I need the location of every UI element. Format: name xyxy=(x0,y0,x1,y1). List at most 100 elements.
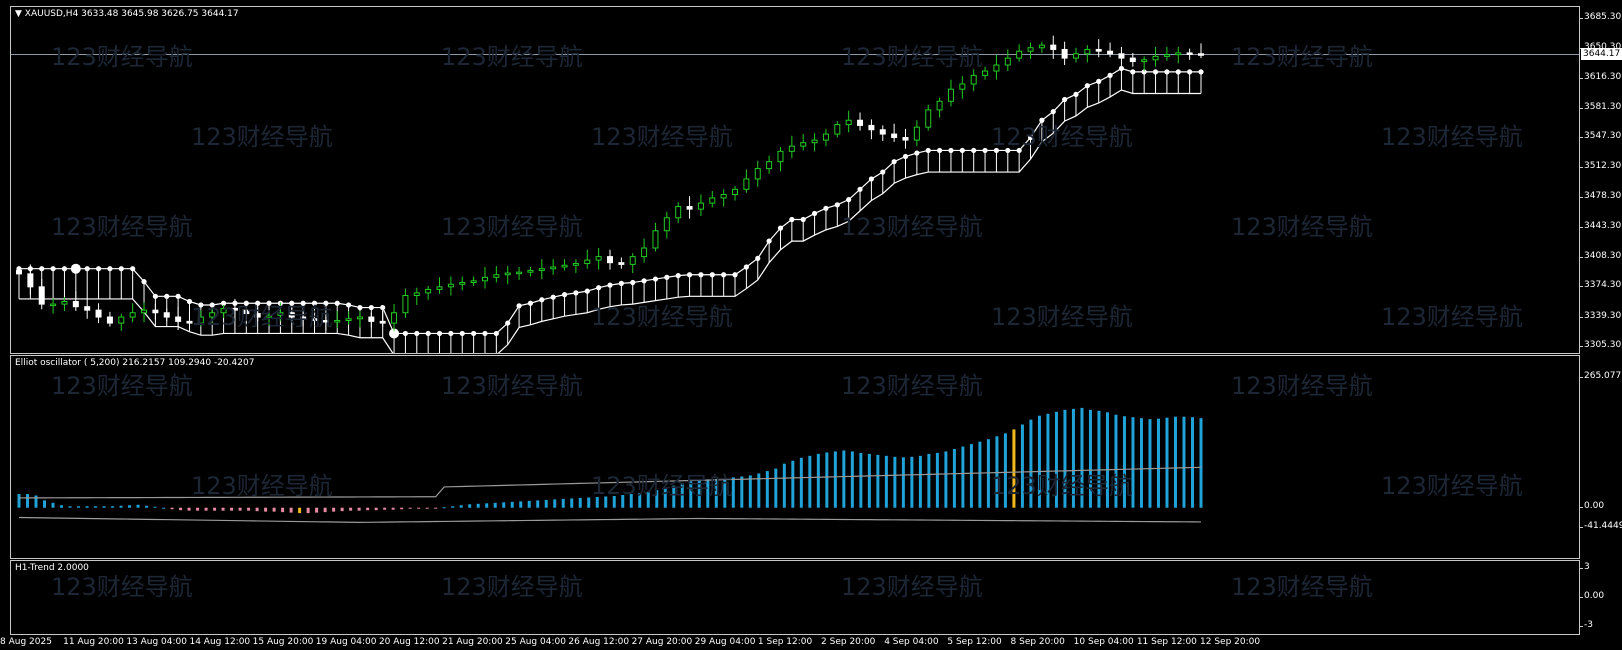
price-tick-label: 3616.30 xyxy=(1579,71,1622,82)
oscillator-bar xyxy=(655,490,659,508)
candle-body xyxy=(1175,52,1182,56)
oscillator-bar xyxy=(136,504,140,508)
candle-body xyxy=(72,301,79,308)
oscillator-bar xyxy=(1139,418,1143,508)
stop-dot xyxy=(857,186,863,192)
oscillator-bar xyxy=(255,507,259,512)
stop-dot xyxy=(561,292,568,298)
stop-dot xyxy=(1084,83,1090,89)
time-axis-label: 11 Sep 12:00 xyxy=(1136,637,1197,647)
trend-axis[interactable]: 3 0.00 -3 xyxy=(1579,560,1622,635)
oscillator-bar xyxy=(859,452,863,508)
stop-dot xyxy=(95,266,102,272)
oscillator-bar xyxy=(604,496,608,508)
oscillator-bar xyxy=(1182,416,1186,508)
oscillator-bar xyxy=(26,494,30,508)
candle-body xyxy=(38,286,45,305)
oscillator-bar xyxy=(102,506,106,508)
candle-body xyxy=(266,314,273,318)
stop-dot xyxy=(402,330,409,337)
oscillator-bar xyxy=(893,456,897,508)
candle-body xyxy=(379,320,386,324)
oscillator-bar xyxy=(493,502,497,508)
candle-body xyxy=(493,274,500,278)
candle-body xyxy=(743,178,750,190)
oscillator-bar xyxy=(340,507,344,512)
candle-body xyxy=(106,316,113,324)
oscillator-lower-line xyxy=(18,516,1202,523)
stop-dot xyxy=(471,330,477,337)
oscillator-bar xyxy=(791,460,795,508)
oscillator-bar xyxy=(60,505,64,508)
candlestick-chart xyxy=(11,35,1579,353)
stop-dot xyxy=(1130,69,1136,75)
oscillator-bar xyxy=(1173,416,1177,508)
oscillator-bar xyxy=(884,455,888,508)
time-axis-label: 26 Aug 12:00 xyxy=(568,637,630,647)
oscillator-bar xyxy=(179,507,183,511)
candle-body xyxy=(834,124,841,135)
chart-caption[interactable]: ▼ XAUUSD,H4 3633.48 3645.98 3626.75 3644… xyxy=(15,9,239,19)
candle-body xyxy=(368,316,375,322)
stop-dot xyxy=(255,300,261,306)
oscillator-bar xyxy=(961,446,965,508)
candle-body xyxy=(141,309,148,314)
time-axis[interactable]: 8 Aug 2025 11 Aug 20:00 13 Aug 04:00 14 Aug… xyxy=(0,635,1580,650)
stop-dot xyxy=(1096,78,1102,85)
stop-dot xyxy=(618,280,624,286)
oscillator-bar xyxy=(918,455,922,508)
stop-dot xyxy=(459,330,465,337)
oscillator-tick-label: 265.077 xyxy=(1579,371,1622,381)
price-axis[interactable]: 3685.303650.303616.303581.303547.303512.… xyxy=(1579,6,1622,354)
candle-body xyxy=(777,150,784,163)
candle-body xyxy=(50,303,57,307)
candle-body xyxy=(322,320,329,323)
stop-dot xyxy=(164,293,170,299)
stop-dot xyxy=(436,330,443,337)
stop-dot xyxy=(1164,69,1170,75)
oscillator-bar xyxy=(383,507,387,510)
candle-body xyxy=(1084,48,1091,55)
candle-body xyxy=(277,312,284,316)
price-tick-label: 3478.30 xyxy=(1579,190,1622,201)
oscillator-bar xyxy=(247,507,251,511)
stop-dot xyxy=(107,266,113,272)
candle-body xyxy=(913,126,920,141)
oscillator-bar xyxy=(927,453,931,508)
oscillator-bar xyxy=(349,507,353,511)
candle-body xyxy=(1095,48,1102,52)
oscillator-bar xyxy=(570,498,574,508)
candle-body xyxy=(902,137,909,141)
oscillator-bar xyxy=(213,507,217,511)
candle-body xyxy=(879,129,886,135)
h1-trend-pane[interactable]: H1-Trend 2.0000 123财经导航 123财经导航 123财经导航 123… xyxy=(10,560,1580,635)
oscillator-bar xyxy=(527,500,531,508)
oscillator-bar xyxy=(1156,418,1160,508)
oscillator-bar xyxy=(587,497,591,508)
stop-dot xyxy=(698,272,704,278)
time-axis-label: 2 Sep 20:00 xyxy=(821,637,876,647)
stop-dot xyxy=(141,279,147,285)
elliot-oscillator-pane[interactable]: Elliot oscillator ( 5,200) 216.2157 109.… xyxy=(10,355,1580,559)
stop-dot xyxy=(936,147,943,154)
candle-body xyxy=(959,83,966,90)
oscillator-bar xyxy=(111,506,115,508)
oscillator-axis[interactable]: 265.077 0.00 -41.4449 xyxy=(1579,355,1622,559)
dropdown-triangle-icon[interactable]: ▼ xyxy=(15,9,22,19)
oscillator-bar xyxy=(1063,409,1067,508)
candle-body xyxy=(425,288,432,294)
time-axis-label: 29 Aug 04:00 xyxy=(694,637,756,647)
oscillator-bar xyxy=(145,505,149,508)
price-chart-pane[interactable]: ▼ XAUUSD,H4 3633.48 3645.98 3626.75 3644… xyxy=(10,6,1580,354)
candle-body xyxy=(811,139,818,144)
time-axis-label: 14 Aug 12:00 xyxy=(189,637,251,647)
stop-dot xyxy=(1062,96,1068,103)
candle-body xyxy=(61,301,68,305)
oscillator-bar xyxy=(748,475,752,508)
candle-body xyxy=(800,142,807,147)
stop-dot xyxy=(800,216,806,223)
stop-dot xyxy=(50,266,56,272)
price-tick-label: 3581.30 xyxy=(1579,101,1622,112)
time-axis-label: 4 Sep 04:00 xyxy=(884,637,939,647)
time-axis-label: 11 Aug 20:00 xyxy=(63,637,124,647)
